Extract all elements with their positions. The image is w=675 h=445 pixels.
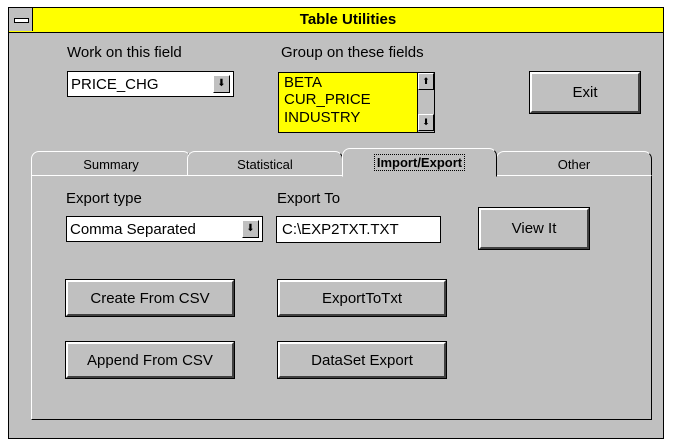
tab-statistical[interactable]: Statistical [187,151,343,176]
tab-other-label: Other [557,156,591,172]
title-bar: Table Utilities [9,8,663,33]
list-item[interactable]: BETA [284,74,322,91]
dataset-export-button[interactable]: DataSet Export [277,341,447,379]
down-arrow-icon[interactable]: ⬇ [242,220,259,238]
create-from-csv-button[interactable]: Create From CSV [65,279,235,317]
group-fields-label: Group on these fields [281,44,424,61]
list-item[interactable]: INDUSTRY [284,109,360,126]
work-field-dropdown[interactable]: PRICE_CHG ⬇ [67,71,234,97]
down-arrow-icon[interactable]: ⬇ [213,75,230,93]
window-title: Table Utilities [299,11,397,28]
table-utilities-window: Table Utilities Work on this field PRICE… [8,7,664,439]
work-field-label: Work on this field [67,44,182,61]
list-item[interactable]: CUR_PRICE [284,91,371,108]
scroll-down-icon[interactable]: ⬇ [418,114,434,131]
tab-import-export[interactable]: Import/Export [342,148,497,177]
export-type-value: Comma Separated [70,221,196,238]
tab-summary[interactable]: Summary [31,151,191,176]
tab-other[interactable]: Other [496,151,652,176]
export-to-txt-button[interactable]: ExportToTxt [277,279,447,317]
work-field-value: PRICE_CHG [71,76,159,93]
view-it-button[interactable]: View It [478,207,590,250]
export-to-label: Export To [277,190,341,207]
system-menu-icon[interactable] [9,8,33,31]
group-fields-listbox[interactable]: BETA CUR_PRICE INDUSTRY ⬆ ⬇ [278,72,435,133]
scroll-up-icon[interactable]: ⬆ [418,73,434,90]
listbox-scrollbar[interactable]: ⬆ ⬇ [417,73,434,132]
export-type-dropdown[interactable]: Comma Separated ⬇ [66,216,263,242]
append-from-csv-button[interactable]: Append From CSV [65,341,235,379]
export-to-field[interactable]: C:\EXP2TXT.TXT [276,216,441,243]
tab-summary-label: Summary [83,156,139,172]
export-type-label: Export type [66,190,142,207]
tab-statistical-label: Statistical [237,156,293,172]
exit-button[interactable]: Exit [529,71,641,114]
tab-import-export-label: Import/Export [373,154,466,171]
